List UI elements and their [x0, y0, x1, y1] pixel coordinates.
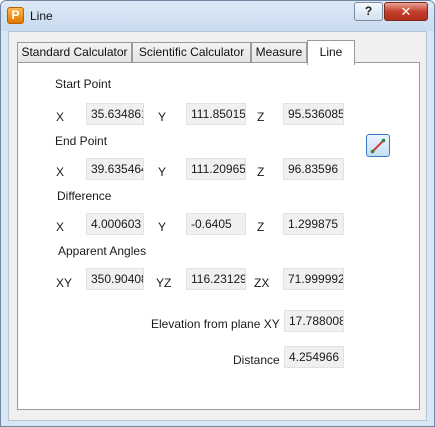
close-button[interactable]: ✕ — [384, 2, 428, 21]
start-y-field[interactable]: 111.85015 — [186, 103, 246, 125]
line-panel: Start Point X 35.634861 Y 111.85015 Z 95… — [17, 62, 420, 410]
tab-line[interactable]: Line — [307, 40, 355, 65]
distance-label: Distance — [233, 353, 280, 367]
tab-measure[interactable]: Measure — [251, 42, 307, 63]
apparent-angles-heading: Apparent Angles — [58, 244, 147, 258]
angle-xy-field[interactable]: 350.90408 — [86, 268, 144, 290]
start-z-field[interactable]: 95.536085 — [283, 103, 344, 125]
angle-zx-label: ZX — [254, 276, 270, 290]
angle-zx-field[interactable]: 71.999992 — [283, 268, 344, 290]
app-logo-icon: P — [7, 7, 24, 24]
help-button[interactable]: ? — [354, 2, 383, 21]
start-y-label: Y — [158, 110, 167, 124]
diff-x-label: X — [56, 220, 65, 234]
angle-yz-field[interactable]: 116.23129 — [186, 268, 246, 290]
distance-field[interactable]: 4.254966 — [284, 346, 344, 368]
window-title: Line — [30, 9, 53, 23]
angle-yz-label: YZ — [156, 276, 172, 290]
dialog-body: Standard Calculator Scientific Calculato… — [8, 31, 427, 421]
end-x-label: X — [56, 165, 65, 179]
start-z-label: Z — [257, 110, 265, 124]
start-x-field[interactable]: 35.634861 — [86, 103, 144, 125]
diff-z-label: Z — [257, 220, 265, 234]
tab-standard-calculator[interactable]: Standard Calculator — [17, 42, 132, 63]
angle-xy-label: XY — [56, 276, 73, 290]
elevation-field[interactable]: 17.788008 — [284, 310, 344, 332]
pick-line-button[interactable] — [366, 134, 390, 157]
diff-z-field[interactable]: 1.299875 — [283, 213, 344, 235]
difference-heading: Difference — [57, 189, 112, 203]
end-point-heading: End Point — [55, 134, 108, 148]
elevation-label: Elevation from plane XY — [151, 317, 280, 331]
end-x-field[interactable]: 39.635464 — [86, 158, 144, 180]
start-point-heading: Start Point — [55, 77, 112, 91]
diff-x-field[interactable]: 4.000603 — [86, 213, 144, 235]
line-dialog: P Line ? ✕ Standard Calculator Scientifi… — [0, 0, 435, 427]
title-bar[interactable]: P Line ? ✕ — [1, 1, 434, 31]
end-z-label: Z — [257, 165, 265, 179]
tab-scientific-calculator[interactable]: Scientific Calculator — [132, 42, 251, 63]
end-z-field[interactable]: 96.83596 — [283, 158, 344, 180]
start-x-label: X — [56, 110, 65, 124]
diff-y-field[interactable]: -0.6405 — [186, 213, 246, 235]
end-y-field[interactable]: 111.20965 — [186, 158, 246, 180]
end-y-label: Y — [158, 165, 167, 179]
diff-y-label: Y — [158, 220, 167, 234]
pick-line-icon — [370, 138, 386, 154]
